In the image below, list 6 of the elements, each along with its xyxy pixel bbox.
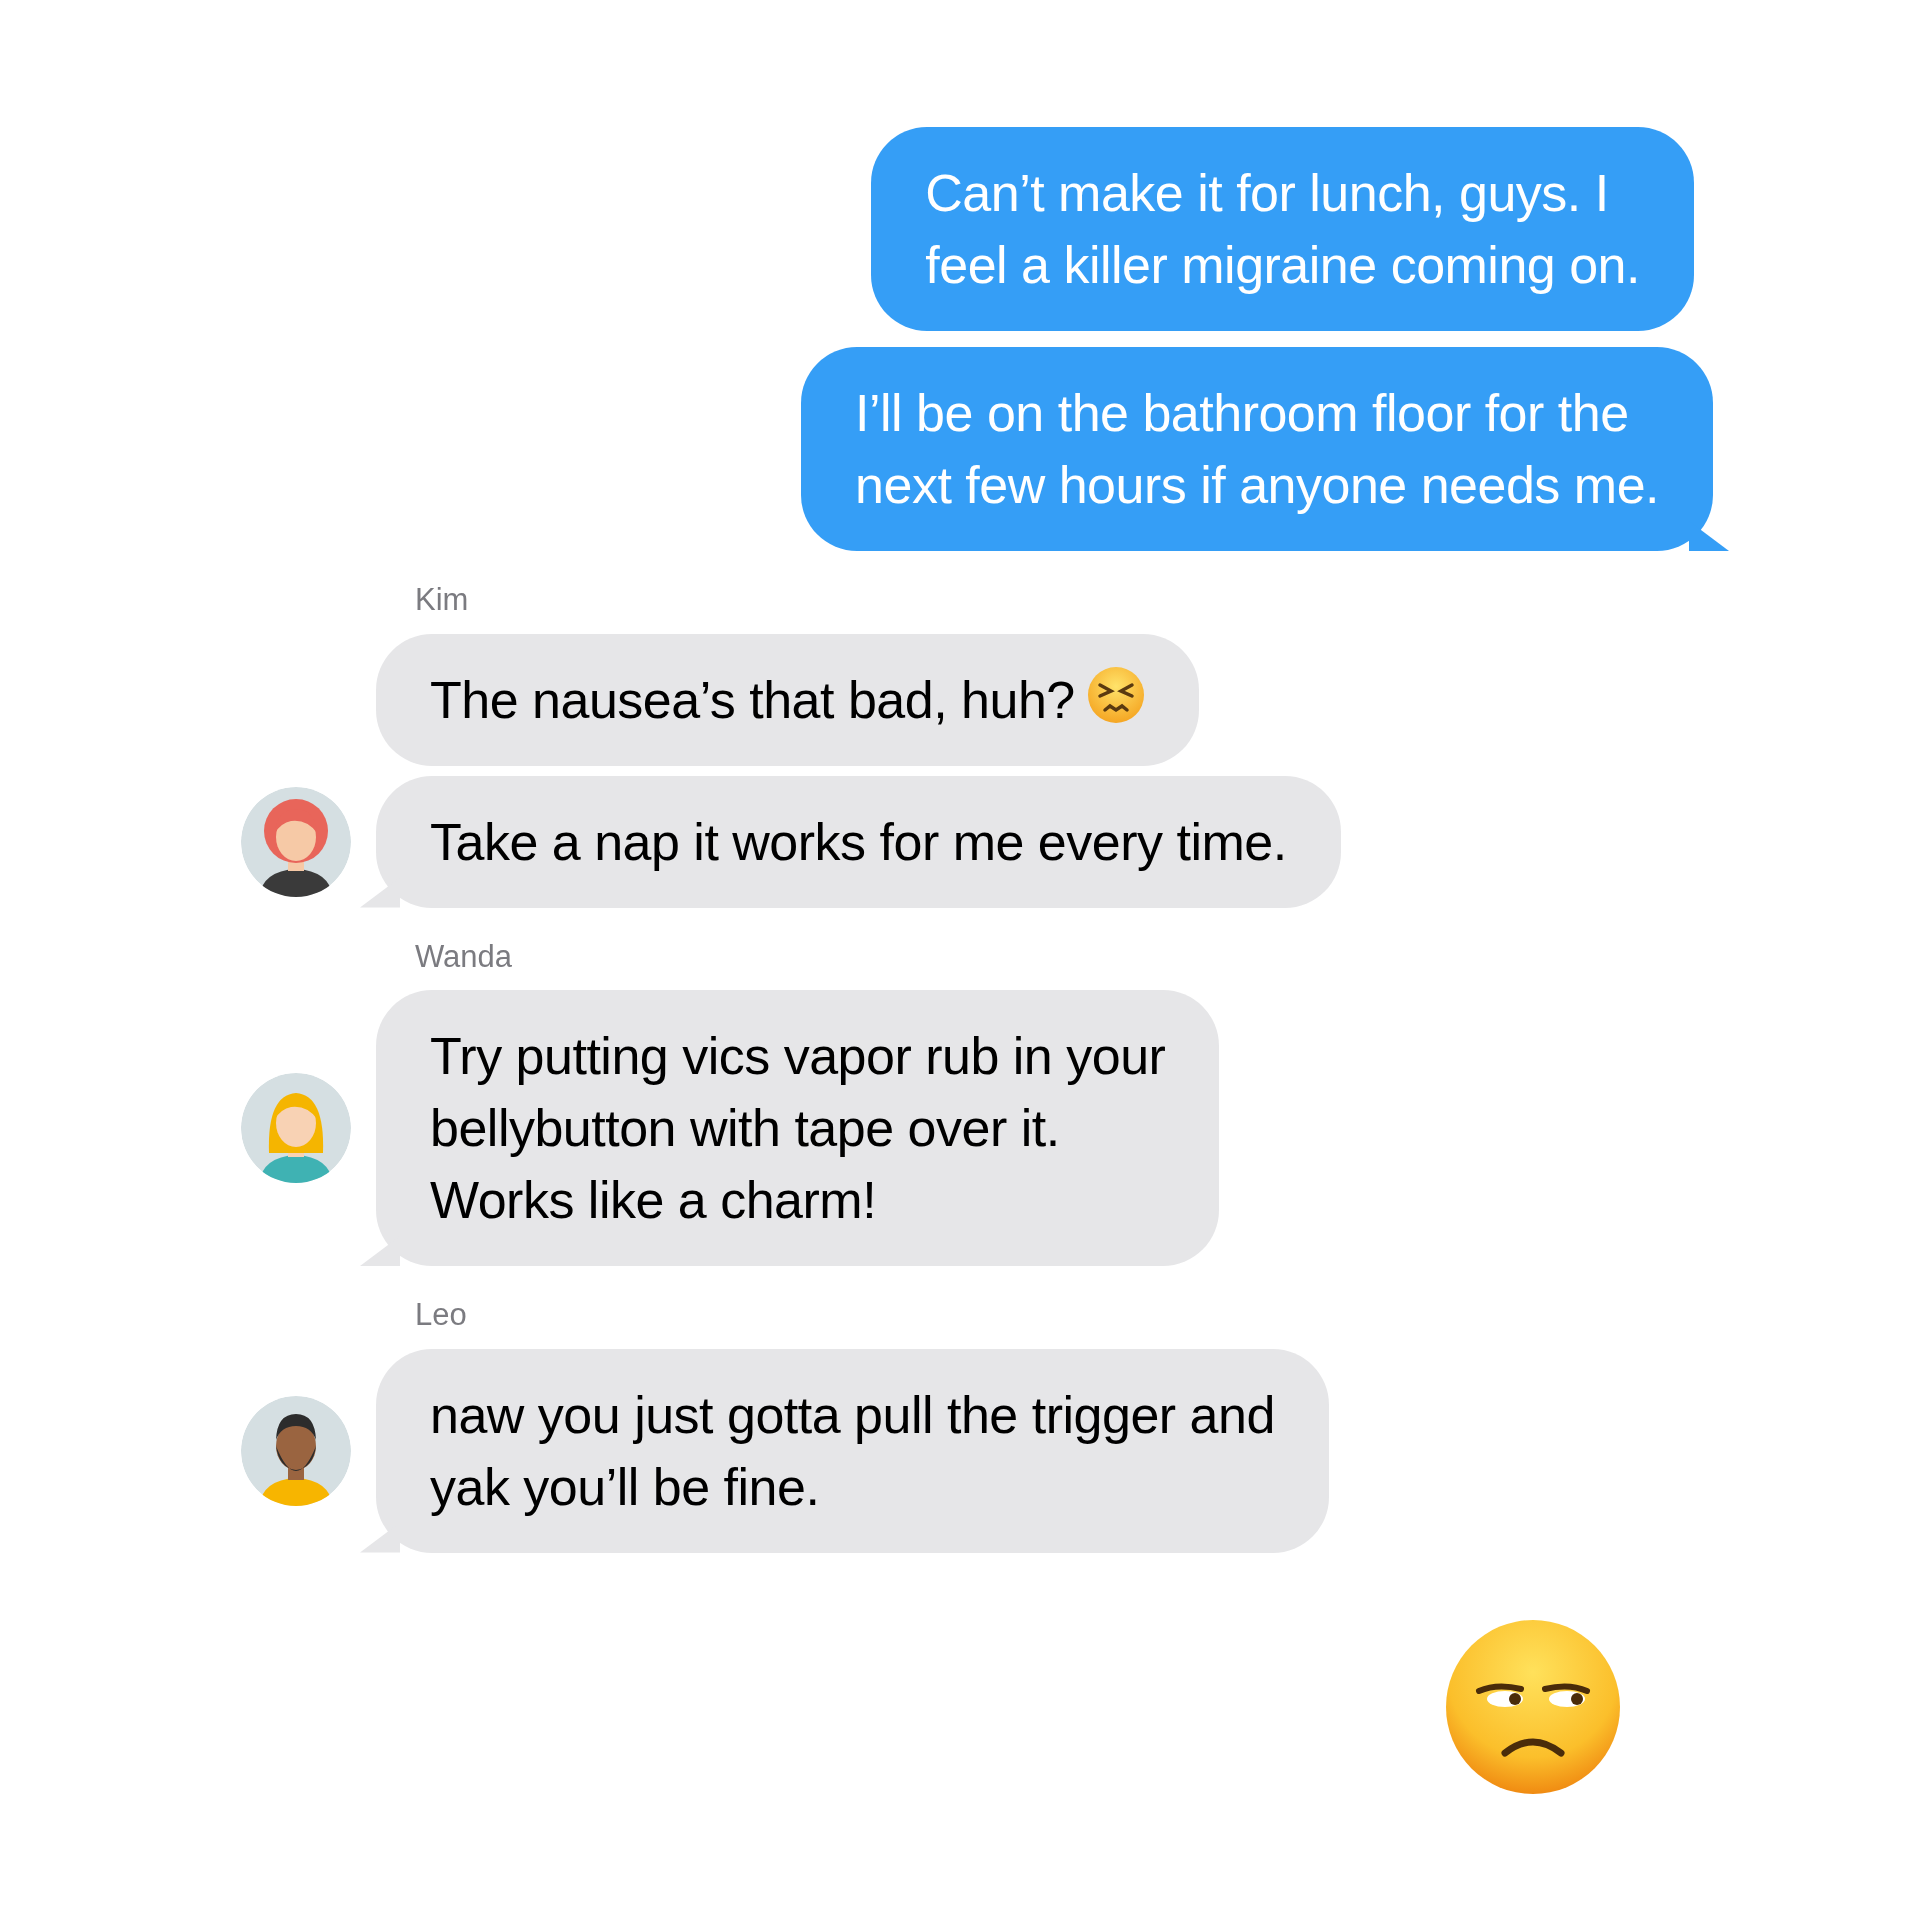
sender-name: Wanda [415,937,514,976]
sender-name: Leo [415,1296,468,1334]
message-bubble: The nausea’s that bad, huh? [376,633,1199,766]
message-bubble: Can’t make it for lunch, guys. I feel a killer migraine coming on. [871,127,1694,331]
sender-name: Kim [415,581,470,619]
unamused-face-icon [1445,1618,1621,1795]
